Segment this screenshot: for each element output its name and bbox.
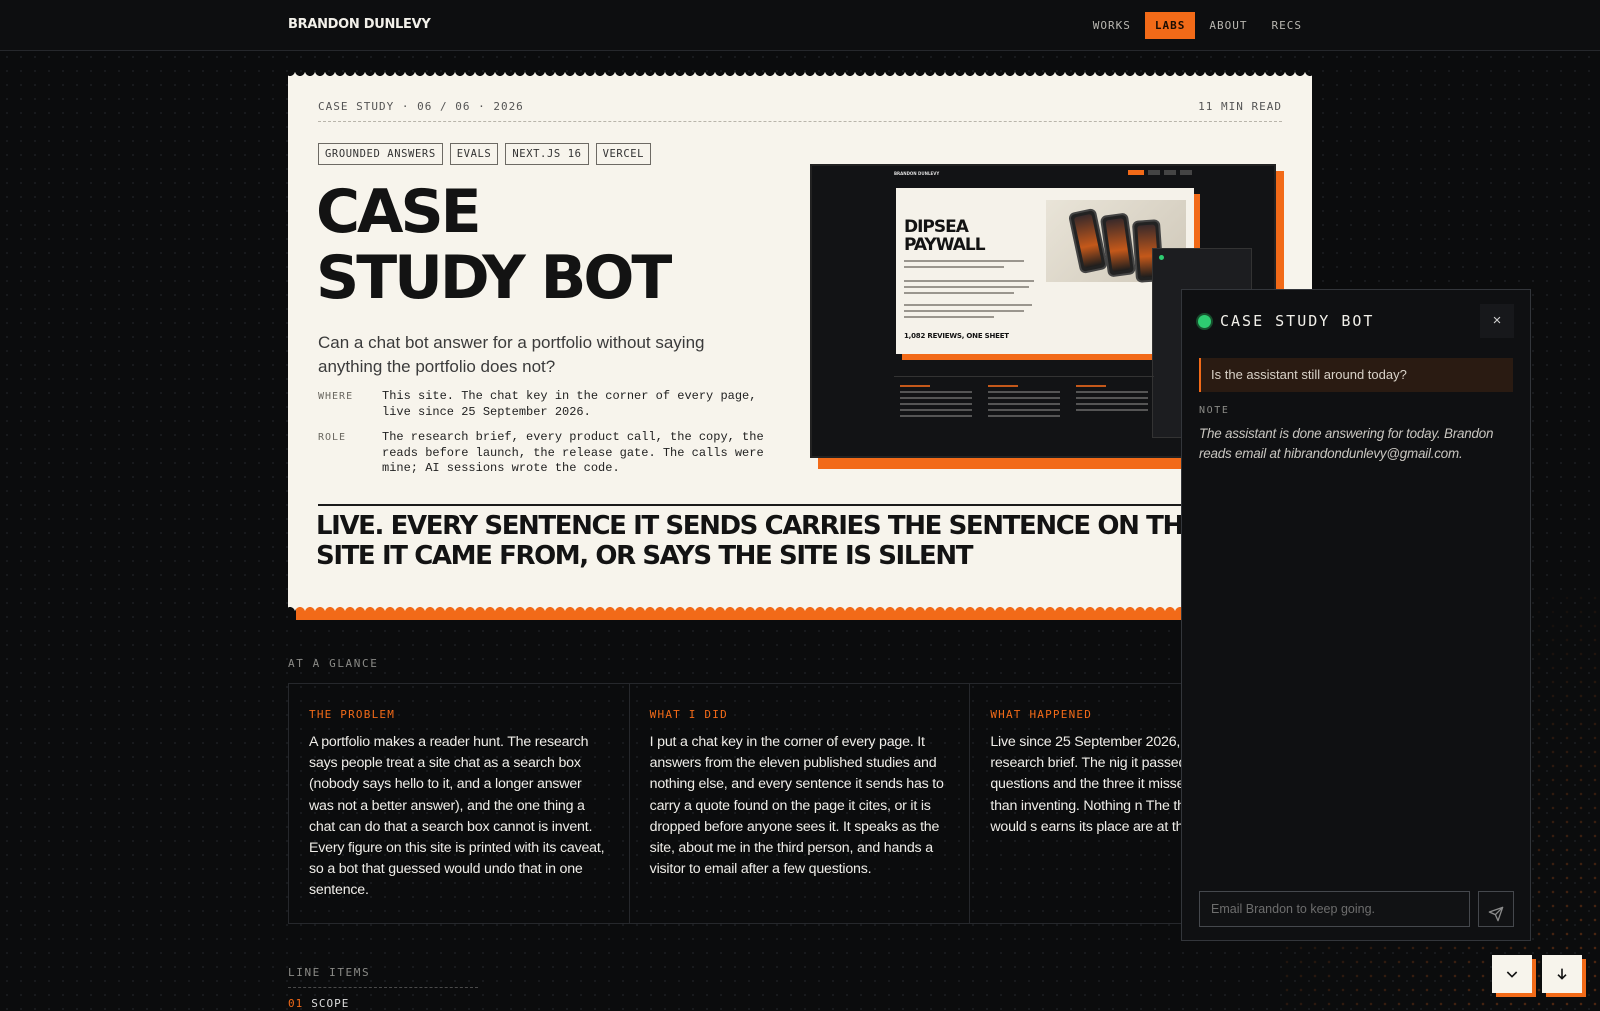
meta-date: CASE STUDY · 06 / 06 · 2026 [318,100,524,113]
scroll-down-button[interactable] [1542,955,1582,993]
line-item-title: SCOPE [311,997,350,1010]
lede: Can a chat bot answer for a portfolio wi… [318,333,705,376]
glance-column-problem: THE PROBLEM A portfolio makes a reader h… [289,684,630,923]
glance-heading: WHAT I DID [649,708,728,721]
tag: GROUNDED ANSWERS [318,143,443,165]
where-value: This site. The chat key in the corner of… [382,389,757,419]
line-item-number: 01 [288,997,304,1010]
chevron-down-icon [1506,971,1518,978]
collapse-chat-button[interactable] [1492,955,1532,993]
title-line-2: STUDY BOT [316,243,672,313]
meta-read-time: 11 MIN READ [1198,100,1282,113]
line-items-label: LINE ITEMS [288,966,371,979]
pull-quote: LIVE. EVERY SENTENCE IT SENDS CARRIES TH… [316,511,1210,571]
preview-card: DIPSEA PAYWALL 1,082 REVIEWS, ONE SHEET [896,188,1194,354]
nav-links: WORKS LABS ABOUT RECS [1083,12,1312,39]
top-nav: BRANDON DUNLEVY WORKS LABS ABOUT RECS [0,0,1600,51]
note-label: NOTE [1199,405,1230,416]
chat-header: CASE STUDY BOT × [1198,304,1514,338]
nav-link-about[interactable]: ABOUT [1199,12,1257,39]
close-icon[interactable]: × [1480,304,1514,338]
glance-body: I put a chat key in the corner of every … [649,734,944,878]
tag-list: GROUNDED ANSWERS EVALS NEXT.JS 16 VERCEL [318,143,652,165]
preview-subtitle: 1,082 REVIEWS, ONE SHEET [904,332,1009,340]
nav-link-labs[interactable]: LABS [1144,12,1196,39]
tag: NEXT.JS 16 [505,143,589,165]
role-value: The research brief, every product call, … [382,430,764,475]
chat-panel: CASE STUDY BOT × Is the assistant still … [1181,289,1531,941]
chat-title: CASE STUDY BOT [1220,312,1375,330]
send-icon [1488,906,1504,921]
where-row: WHERE This site. The chat key in the cor… [318,389,768,420]
glance-label: AT A GLANCE [288,657,379,670]
glance-heading: THE PROBLEM [309,708,396,721]
send-button[interactable] [1478,891,1514,927]
preview-columns [894,376,1154,450]
nav-link-works[interactable]: WORKS [1083,12,1141,39]
glance-body: A portfolio makes a reader hunt. The res… [309,734,605,899]
line-items-divider [288,987,478,988]
user-message: Is the assistant still around today? [1199,358,1513,392]
line-item[interactable]: 01 SCOPE [288,997,349,1010]
role-row: ROLE The research brief, every product c… [318,430,768,477]
glance-column-what-i-did: WHAT I DID I put a chat key in the corne… [630,684,971,923]
arrow-down-icon [1557,968,1567,980]
preview-nav [1128,170,1192,175]
divider [318,504,1282,506]
card-meta: CASE STUDY · 06 / 06 · 2026 11 MIN READ [318,100,1282,122]
preview-brand: BRANDON DUNLEVY [894,171,940,176]
tag: EVALS [449,143,499,165]
online-status-icon [1198,315,1211,328]
chat-input[interactable] [1199,891,1470,927]
where-label: WHERE [318,391,354,402]
page-title: CASE STUDY BOT [316,179,776,311]
assistant-note: The assistant is done answering for toda… [1199,426,1494,461]
title-line-1: CASE [316,177,482,247]
nav-link-recs[interactable]: RECS [1262,12,1313,39]
tag: VERCEL [595,143,652,165]
role-label: ROLE [318,432,347,443]
glance-grid: THE PROBLEM A portfolio makes a reader h… [288,683,1312,924]
case-study-card: CASE STUDY · 06 / 06 · 2026 11 MIN READ … [288,71,1312,612]
preview-title: DIPSEA PAYWALL [904,217,986,255]
site-brand[interactable]: BRANDON DUNLEVY [288,17,431,32]
